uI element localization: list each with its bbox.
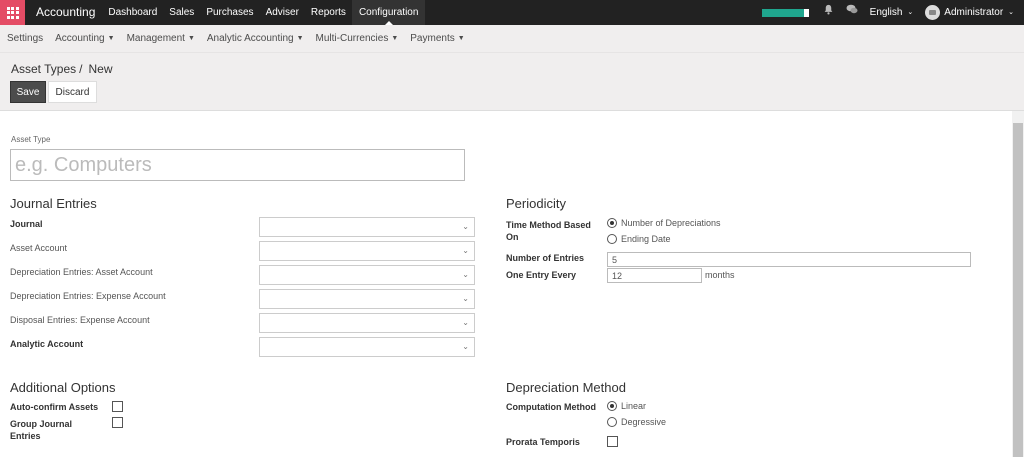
apps-grid-icon xyxy=(6,6,19,19)
asset-type-label: Asset Type xyxy=(11,135,51,144)
discard-button[interactable]: Discard xyxy=(48,81,97,103)
avatar[interactable] xyxy=(925,5,941,20)
main-navbar: Accounting Dashboard Sales Purchases Adv… xyxy=(0,0,1024,25)
chevron-down-icon: ⌄ xyxy=(462,294,469,303)
one-entry-every-unit: months xyxy=(705,270,735,280)
one-entry-every-input[interactable]: 12 xyxy=(607,268,702,283)
breadcrumb-current: New xyxy=(88,62,113,76)
chevron-down-icon: ▼ xyxy=(107,35,115,42)
disposal-expense-account-label: Disposal Entries: Expense Account xyxy=(10,315,150,325)
top-menu-adviser[interactable]: Adviser xyxy=(260,0,305,25)
chevron-down-icon: ▼ xyxy=(187,35,195,42)
top-menu-configuration[interactable]: Configuration xyxy=(351,0,426,25)
analytic-account-label: Analytic Account xyxy=(10,339,84,349)
chevron-down-icon: ▼ xyxy=(391,35,399,42)
computation-linear-radio[interactable]: Linear xyxy=(607,401,646,411)
submenu-payments[interactable]: Payments ▼ xyxy=(404,33,470,44)
chevron-down-icon: ⌄ xyxy=(1006,9,1014,16)
user-avatar-icon xyxy=(929,10,937,15)
prorata-label: Prorata Temporis xyxy=(506,437,580,447)
app-brand[interactable]: Accounting xyxy=(25,0,102,25)
asset-type-input[interactable]: e.g. Computers xyxy=(10,149,465,181)
depreciation-asset-account-select[interactable]: ⌄ xyxy=(259,265,475,285)
group-entries-checkbox[interactable] xyxy=(112,417,123,428)
chevron-down-icon: ⌄ xyxy=(905,9,914,16)
computation-method-label: Computation Method xyxy=(506,402,596,412)
scrollbar[interactable] xyxy=(1012,111,1024,457)
one-entry-every-label: One Entry Every xyxy=(506,270,577,280)
top-menu-sales[interactable]: Sales xyxy=(163,0,200,25)
radio-checked-icon xyxy=(607,218,617,228)
prorata-checkbox[interactable] xyxy=(607,436,618,447)
periodicity-heading: Periodicity xyxy=(506,196,566,211)
language-selector[interactable]: English ⌄ xyxy=(870,7,914,18)
control-panel: Asset Types / New Save Discard xyxy=(0,53,1024,111)
depreciation-asset-account-label: Depreciation Entries: Asset Account xyxy=(10,267,153,277)
top-menu-dashboard[interactable]: Dashboard xyxy=(102,0,163,25)
chevron-down-icon: ⌄ xyxy=(462,318,469,327)
top-menu: Dashboard Sales Purchases Adviser Report… xyxy=(102,0,426,25)
submenu-management[interactable]: Management ▼ xyxy=(121,33,201,44)
journal-label: Journal xyxy=(10,219,43,229)
chat-bubbles-icon[interactable] xyxy=(846,0,858,25)
auto-confirm-label: Auto-confirm Assets xyxy=(10,402,99,412)
bell-icon[interactable] xyxy=(823,0,834,25)
group-entries-label: Group Journal Entries xyxy=(10,419,73,441)
chevron-down-icon: ▼ xyxy=(457,35,465,42)
depreciation-method-heading: Depreciation Method xyxy=(506,380,626,395)
asset-account-select[interactable]: ⌄ xyxy=(259,241,475,261)
journal-select[interactable]: ⌄ xyxy=(259,217,475,237)
depreciation-expense-account-label: Depreciation Entries: Expense Account xyxy=(10,291,166,301)
apps-menu-button[interactable] xyxy=(0,0,25,25)
computation-degressive-radio[interactable]: Degressive xyxy=(607,417,666,427)
breadcrumb: Asset Types / New xyxy=(11,62,113,76)
analytic-account-select[interactable]: ⌄ xyxy=(259,337,475,357)
time-method-label: Time Method Based On xyxy=(506,220,591,242)
chevron-down-icon: ▼ xyxy=(296,35,304,42)
top-menu-purchases[interactable]: Purchases xyxy=(200,0,259,25)
radio-checked-icon xyxy=(607,401,617,411)
disposal-expense-account-select[interactable]: ⌄ xyxy=(259,313,475,333)
user-menu[interactable]: Administrator ⌄ xyxy=(944,7,1014,18)
depreciation-expense-account-select[interactable]: ⌄ xyxy=(259,289,475,309)
chevron-down-icon: ⌄ xyxy=(462,270,469,279)
breadcrumb-parent[interactable]: Asset Types xyxy=(11,62,76,76)
journal-entries-heading: Journal Entries xyxy=(10,196,97,211)
number-of-entries-label: Number of Entries xyxy=(506,253,585,263)
submenu-analytic-accounting[interactable]: Analytic Accounting ▼ xyxy=(201,33,310,44)
auto-confirm-checkbox[interactable] xyxy=(112,401,123,412)
save-button[interactable]: Save xyxy=(10,81,46,103)
breadcrumb-separator: / xyxy=(79,62,83,76)
radio-unchecked-icon xyxy=(607,234,617,244)
time-method-number-radio[interactable]: Number of Depreciations xyxy=(607,218,721,228)
systray: English ⌄ Administrator ⌄ xyxy=(761,0,1024,25)
chevron-down-icon: ⌄ xyxy=(462,246,469,255)
time-method-ending-date-radio[interactable]: Ending Date xyxy=(607,234,671,244)
radio-unchecked-icon xyxy=(607,417,617,427)
submenu-settings[interactable]: Settings xyxy=(1,33,49,44)
top-menu-reports[interactable]: Reports xyxy=(305,0,352,25)
scrollbar-thumb[interactable] xyxy=(1013,123,1023,457)
secondary-menu: Settings Accounting ▼ Management ▼ Analyti… xyxy=(0,25,1024,53)
submenu-accounting[interactable]: Accounting ▼ xyxy=(49,33,120,44)
onboarding-progress-bar[interactable] xyxy=(761,8,809,17)
number-of-entries-input[interactable]: 5 xyxy=(607,252,971,267)
submenu-multi-currencies[interactable]: Multi-Currencies ▼ xyxy=(310,33,405,44)
chevron-down-icon: ⌄ xyxy=(462,222,469,231)
chevron-down-icon: ⌄ xyxy=(462,342,469,351)
additional-options-heading: Additional Options xyxy=(10,380,116,395)
asset-account-label: Asset Account xyxy=(10,243,68,253)
